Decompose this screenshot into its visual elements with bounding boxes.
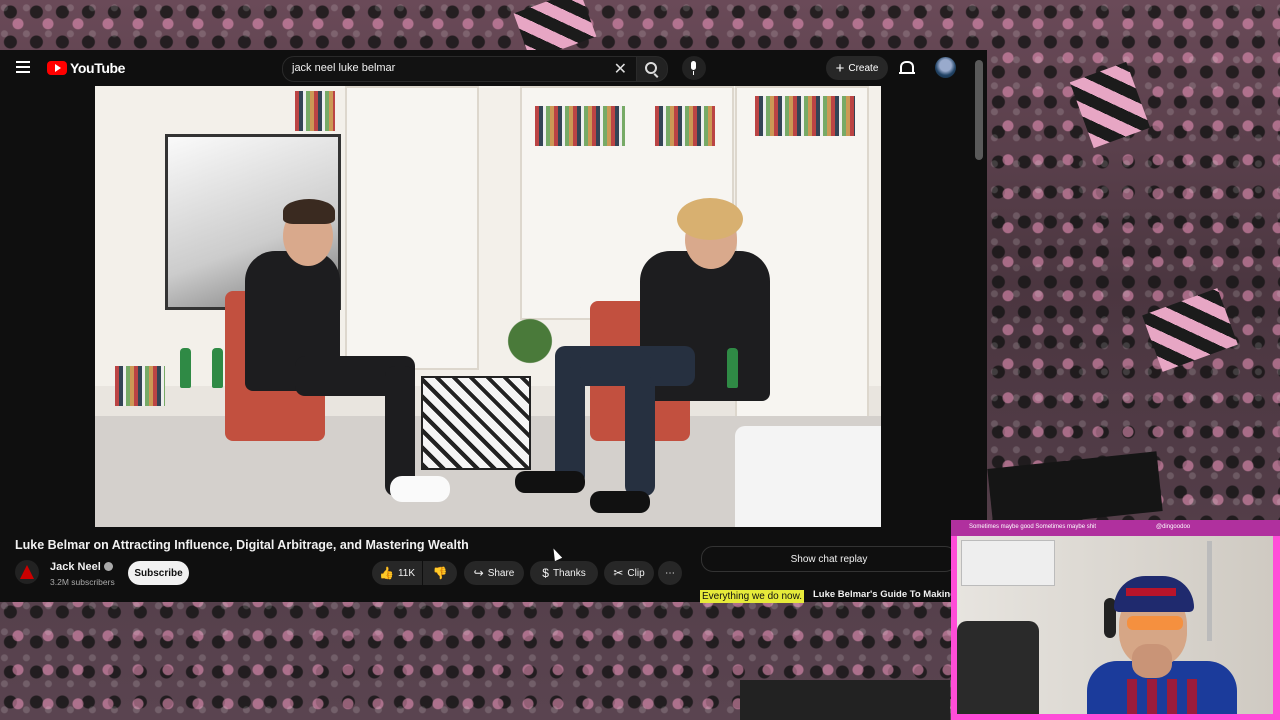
video-scene-books: [655, 106, 715, 146]
streamer-webcam-overlay: Sometimes maybe good Sometimes maybe shi…: [951, 520, 1280, 720]
channel-avatar[interactable]: [15, 560, 39, 584]
share-icon: ↪: [473, 566, 484, 580]
video-scene-table: [421, 376, 531, 470]
page-scrollbar[interactable]: [975, 60, 983, 160]
search-query: jack neel luke belmar: [292, 62, 396, 74]
crowd-banner: [740, 680, 950, 720]
video-scene-sofa: [735, 426, 881, 527]
menu-icon[interactable]: [16, 61, 30, 73]
video-scene-bottle: [212, 348, 223, 388]
video-person-left-shoe: [390, 476, 450, 502]
video-scene-books: [535, 106, 625, 146]
webcam-room-crutch: [1207, 541, 1212, 641]
search-icon: [645, 62, 657, 74]
thanks-button[interactable]: $ Thanks: [530, 561, 598, 585]
clip-button[interactable]: ✂ Clip: [604, 561, 654, 585]
youtube-play-icon: [47, 61, 67, 75]
youtube-window: YouTube jack neel luke belmar ✕ +Create: [0, 50, 987, 603]
video-person-right-hair: [677, 198, 743, 240]
subscribe-button[interactable]: Subscribe: [128, 561, 189, 585]
streamer-hand: [1132, 644, 1172, 678]
video-person-right-shoe: [590, 491, 650, 513]
video-scene-bottle: [180, 348, 191, 388]
create-button[interactable]: + Create: [826, 56, 888, 80]
next-video-title[interactable]: Luke Belmar's Guide To Making: [813, 589, 956, 600]
like-button[interactable]: 👍 11K: [372, 561, 422, 585]
plus-icon: +: [835, 59, 845, 77]
notifications-bell-icon[interactable]: [899, 61, 915, 74]
channel-name[interactable]: Jack Neel: [50, 561, 113, 573]
video-scene-bottle: [727, 348, 738, 388]
video-person-right-shoe: [515, 471, 585, 493]
search-input[interactable]: jack neel luke belmar ✕: [282, 56, 638, 82]
crowd-flag: [1069, 61, 1151, 149]
youtube-logo[interactable]: YouTube: [47, 60, 125, 76]
crowd-banner: [987, 451, 1163, 529]
scissors-icon: ✂: [613, 566, 624, 580]
overlay-ticker-text: Sometimes maybe good Sometimes maybe shi…: [969, 524, 1097, 530]
dislike-button[interactable]: 👎: [423, 561, 457, 585]
logo-text: YouTube: [70, 60, 126, 76]
next-video-badge: Everything we do now.: [700, 590, 805, 603]
more-actions-button[interactable]: ⋯: [658, 561, 682, 585]
channel-name-text: Jack Neel: [50, 561, 101, 573]
video-person-right-legs: [625, 376, 655, 496]
webcam-room-bed: [957, 621, 1039, 714]
thumbs-down-icon: 👎: [432, 566, 448, 580]
video-person-right-legs: [555, 366, 585, 486]
streamer-glasses: [1127, 616, 1183, 630]
webcam-feed: [957, 536, 1273, 714]
clear-search-icon[interactable]: ✕: [614, 59, 627, 79]
video-scene-shelf: [345, 86, 479, 370]
overlay-ticker-bar: Sometimes maybe good Sometimes maybe shi…: [951, 520, 1280, 536]
share-button[interactable]: ↪ Share: [464, 561, 524, 585]
video-person-left-hair: [283, 199, 335, 224]
video-scene-books: [295, 91, 335, 131]
voice-search-icon[interactable]: [682, 56, 706, 80]
share-label: Share: [487, 567, 515, 579]
video-scene-books: [115, 366, 165, 406]
verified-icon: [103, 562, 113, 571]
mouse-cursor: [549, 546, 563, 562]
video-scene-books: [755, 96, 855, 136]
video-title: Luke Belmar on Attracting Influence, Dig…: [15, 538, 469, 552]
webcam-room-poster: [961, 540, 1055, 586]
show-chat-replay-button[interactable]: Show chat replay: [701, 546, 957, 572]
thanks-label: Thanks: [552, 567, 586, 579]
thumbs-up-icon: 👍: [378, 566, 394, 580]
create-label: Create: [848, 62, 879, 74]
clip-label: Clip: [627, 567, 645, 579]
account-avatar[interactable]: [935, 57, 956, 78]
video-player[interactable]: [95, 86, 881, 527]
crowd-flag: [1142, 288, 1238, 372]
overlay-handle: @dingoodoo: [1156, 524, 1191, 530]
thanks-icon: $: [542, 566, 549, 580]
like-count: 11K: [397, 567, 415, 579]
youtube-topbar: YouTube jack neel luke belmar ✕ + Create: [0, 50, 987, 86]
search-button[interactable]: [636, 56, 668, 82]
subscriber-count: 3.2M subscribers: [50, 577, 115, 587]
